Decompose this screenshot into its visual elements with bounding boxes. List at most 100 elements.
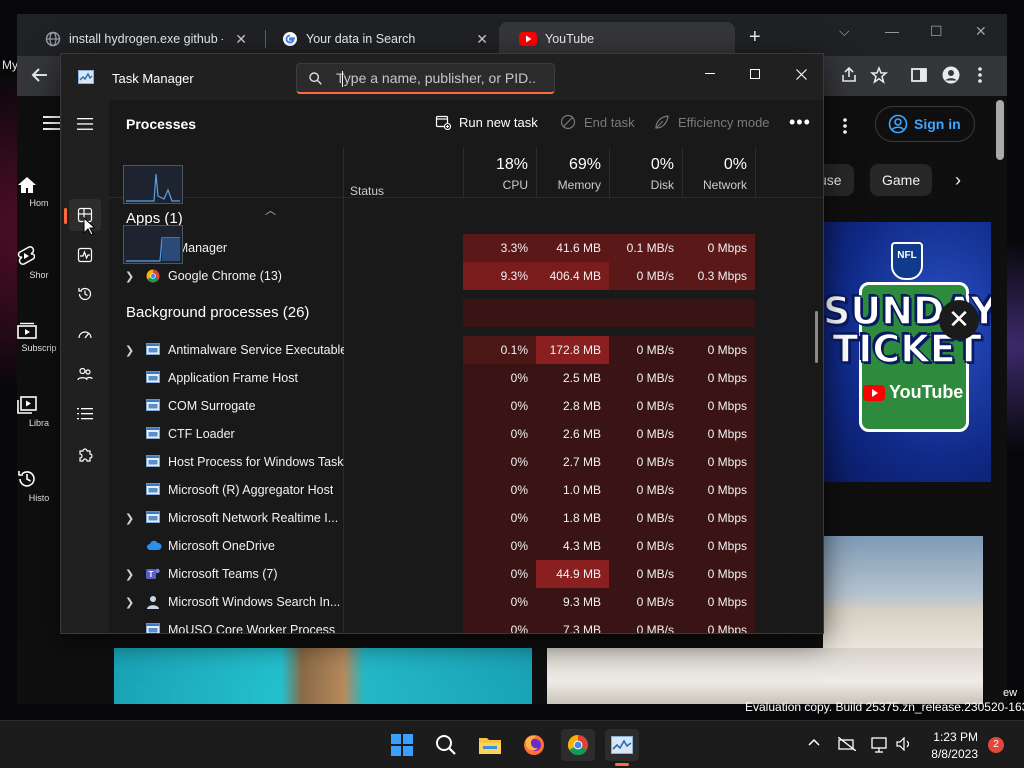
browser-tab-hydrogen[interactable]: install hydrogen.exe github - Go ✕: [25, 22, 257, 56]
nav-startup-apps[interactable]: [69, 319, 101, 351]
display-network-icon[interactable]: [871, 737, 889, 753]
process-search-box[interactable]: [296, 63, 555, 94]
process-row[interactable]: ❯ Antimalware Service Executable 0.1% 172.8…: [109, 336, 823, 364]
process-name: MoUSO Core Worker Process: [168, 623, 336, 634]
profile-icon[interactable]: [942, 66, 960, 84]
taskbar-search-button[interactable]: [429, 729, 463, 761]
tab-close-icon[interactable]: ✕: [476, 31, 488, 48]
process-row[interactable]: CTF Loader 0% 2.6 MB 0 MB/s 0 Mbps: [109, 420, 823, 448]
process-row[interactable]: COM Surrogate 0% 2.8 MB 0 MB/s 0 Mbps: [109, 392, 823, 420]
group-header-apps[interactable]: Apps (1): [109, 205, 823, 233]
task-manager-titlebar[interactable]: Task Manager: [61, 54, 823, 100]
end-task-button[interactable]: End task: [560, 114, 635, 130]
efficiency-mode-button[interactable]: Efficiency mode: [654, 114, 770, 130]
yt-sidebar-shorts[interactable]: Shor: [17, 246, 61, 280]
close-button[interactable]: [778, 60, 823, 88]
column-header-cpu[interactable]: 18% CPU: [463, 148, 536, 198]
file-explorer-button[interactable]: [473, 729, 507, 761]
page-scrollbar[interactable]: [996, 100, 1004, 160]
side-panel-icon[interactable]: [910, 66, 928, 84]
process-list-scrollbar[interactable]: [815, 311, 818, 363]
video-thumbnail[interactable]: [114, 648, 532, 704]
process-row[interactable]: Host Process for Windows Tasks 0% 2.7 MB 0 …: [109, 448, 823, 476]
firefox-button[interactable]: [517, 729, 551, 761]
group-header-background-processes[interactable]: Background processes (26): [109, 299, 823, 327]
nav-users[interactable]: [69, 358, 101, 390]
clock-date[interactable]: 8/8/2023: [920, 747, 978, 761]
maximize-icon[interactable]: ☐: [930, 23, 943, 40]
task-manager-taskbar-button[interactable]: [605, 729, 639, 761]
nav-app-history[interactable]: [69, 278, 101, 310]
clock-time[interactable]: 1:23 PM: [930, 730, 978, 744]
process-name: Microsoft Teams (7): [168, 567, 278, 581]
chip-scroll-right-icon[interactable]: ›: [955, 170, 961, 191]
minimize-icon[interactable]: —: [885, 23, 899, 39]
efficiency-mode-label: Efficiency mode: [678, 114, 770, 130]
process-row[interactable]: Microsoft OneDrive 0% 4.3 MB 0 MB/s 0 Mbps: [109, 532, 823, 560]
notification-badge[interactable]: 2: [988, 737, 1004, 753]
network-disconnected-icon[interactable]: [838, 737, 856, 751]
network-cell: 0 Mbps: [682, 420, 755, 448]
expand-chevron-icon[interactable]: ❯: [125, 568, 134, 581]
network-cell: 0 Mbps: [682, 336, 755, 364]
nav-performance[interactable]: [69, 239, 101, 271]
start-button[interactable]: [385, 729, 419, 761]
expand-chevron-icon[interactable]: ❯: [125, 344, 134, 357]
sign-in-button[interactable]: Sign in: [875, 106, 975, 142]
tab-close-icon[interactable]: ✕: [235, 31, 247, 48]
nav-menu-button[interactable]: [69, 108, 101, 140]
run-new-task-button[interactable]: Run new task: [435, 114, 538, 130]
minimize-icon: [705, 73, 715, 74]
share-icon[interactable]: [840, 66, 858, 84]
process-row[interactable]: ❯ Microsoft Network Realtime I... 0% 1.8 MB…: [109, 504, 823, 532]
column-header-memory[interactable]: 69% Memory: [536, 148, 609, 198]
cpu-cell: 9.3%: [463, 262, 536, 290]
expand-chevron-icon[interactable]: ❯: [125, 512, 134, 525]
video-thumbnail[interactable]: [547, 648, 983, 704]
ad-banner-sunday-ticket[interactable]: NFL SUNDAY TICKET YouTube: [823, 222, 991, 482]
yt-more-options-icon[interactable]: [842, 117, 848, 135]
network-cell: 0 Mbps: [682, 364, 755, 392]
browser-tab-youtube[interactable]: YouTube: [499, 22, 735, 56]
search-icon: [436, 735, 456, 755]
browser-tab-your-data[interactable]: Your data in Search ✕: [262, 22, 498, 56]
memory-cell: 41.6 MB: [536, 234, 609, 262]
hamburger-menu-icon[interactable]: [43, 116, 61, 130]
process-row[interactable]: Microsoft (R) Aggregator Host 0% 1.0 MB 0 M…: [109, 476, 823, 504]
ad-close-button[interactable]: ✕: [939, 300, 979, 340]
sign-in-label: Sign in: [914, 116, 961, 132]
process-row[interactable]: ❯ T Microsoft Teams (7) 0% 44.9 MB 0 MB/s 0 Mb…: [109, 560, 823, 588]
column-header-network[interactable]: 0% Network: [682, 148, 755, 198]
maximize-button[interactable]: [732, 60, 778, 88]
process-row[interactable]: MoUSO Core Worker Process 0% 7.3 MB 0 MB/s 0…: [109, 616, 823, 634]
yt-sidebar-subscriptions[interactable]: Subscrip: [17, 321, 61, 353]
more-options-button[interactable]: •••: [789, 112, 811, 133]
chevron-down-icon[interactable]: ⌵: [839, 23, 850, 40]
process-name: CTF Loader: [168, 427, 235, 441]
yt-sidebar-home[interactable]: Hom: [17, 176, 61, 208]
process-row-google-chrome[interactable]: ❯ Google Chrome (13) 9.3% 406.4 MB 0 MB/…: [109, 262, 823, 290]
back-arrow-icon[interactable]: [31, 66, 49, 84]
process-search-input[interactable]: [336, 70, 536, 86]
expand-chevron-icon[interactable]: ❯: [125, 270, 134, 283]
process-row-task-manager[interactable]: k Manager 3.3% 41.6 MB 0.1 MB/s 0 Mbps: [109, 234, 823, 262]
process-row[interactable]: Application Frame Host 0% 2.5 MB 0 MB/s 0 Mb…: [109, 364, 823, 392]
yt-sidebar-library[interactable]: Libra: [17, 396, 61, 428]
nav-details[interactable]: [69, 398, 101, 430]
volume-icon[interactable]: [896, 737, 912, 751]
bookmark-star-icon[interactable]: [870, 66, 888, 84]
show-hidden-icons-chevron-icon[interactable]: [808, 737, 820, 749]
chrome-menu-icon[interactable]: [977, 66, 983, 84]
expand-chevron-icon[interactable]: ❯: [125, 596, 134, 609]
nav-services[interactable]: [69, 439, 101, 471]
page-title: Processes: [126, 116, 197, 132]
network-cell: 0 Mbps: [682, 616, 755, 633]
minimize-button[interactable]: [687, 60, 733, 88]
yt-sidebar-history[interactable]: Histo: [17, 469, 61, 503]
yt-filter-chip[interactable]: Game: [870, 164, 933, 196]
process-row[interactable]: ❯ Microsoft Windows Search In... 0% 9.3 MB 0…: [109, 588, 823, 616]
close-icon[interactable]: ✕: [975, 23, 987, 40]
column-header-disk[interactable]: 0% Disk: [609, 148, 682, 198]
new-tab-button[interactable]: +: [749, 26, 761, 49]
chrome-taskbar-button[interactable]: [561, 729, 595, 761]
